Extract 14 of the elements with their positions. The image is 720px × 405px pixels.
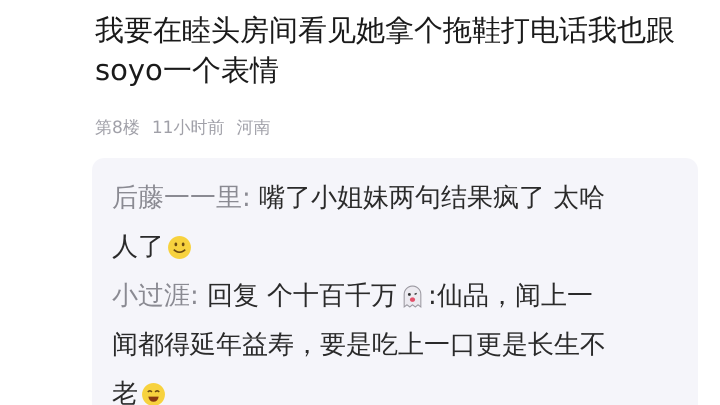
reply-author[interactable]: 后藤一一里: xyxy=(112,174,251,223)
post-location: 河南 xyxy=(236,117,270,140)
reply-text: 回复 个十百千万 xyxy=(206,280,398,313)
reply-author[interactable]: 小过涯: xyxy=(112,272,199,321)
post-text: 我要在睦头房间看见她拿个拖鞋打电话我也跟soyo一个表情 xyxy=(95,12,676,89)
reply-text: 嘴了小姐妹两句结果疯了 太哈 xyxy=(258,182,606,215)
smiley-icon xyxy=(167,235,192,260)
reply-text: 人了 xyxy=(112,231,164,264)
post-time: 11小时前 xyxy=(152,117,224,140)
reply-text: :仙品，闻上一 xyxy=(428,280,593,313)
floor-number: 第8楼 xyxy=(95,117,140,140)
reply-text: 老 xyxy=(112,378,138,405)
grinning-face-icon xyxy=(141,382,166,405)
reply-text: 闻都得延年益寿，要是吃上一口更是长生不 xyxy=(112,329,606,362)
